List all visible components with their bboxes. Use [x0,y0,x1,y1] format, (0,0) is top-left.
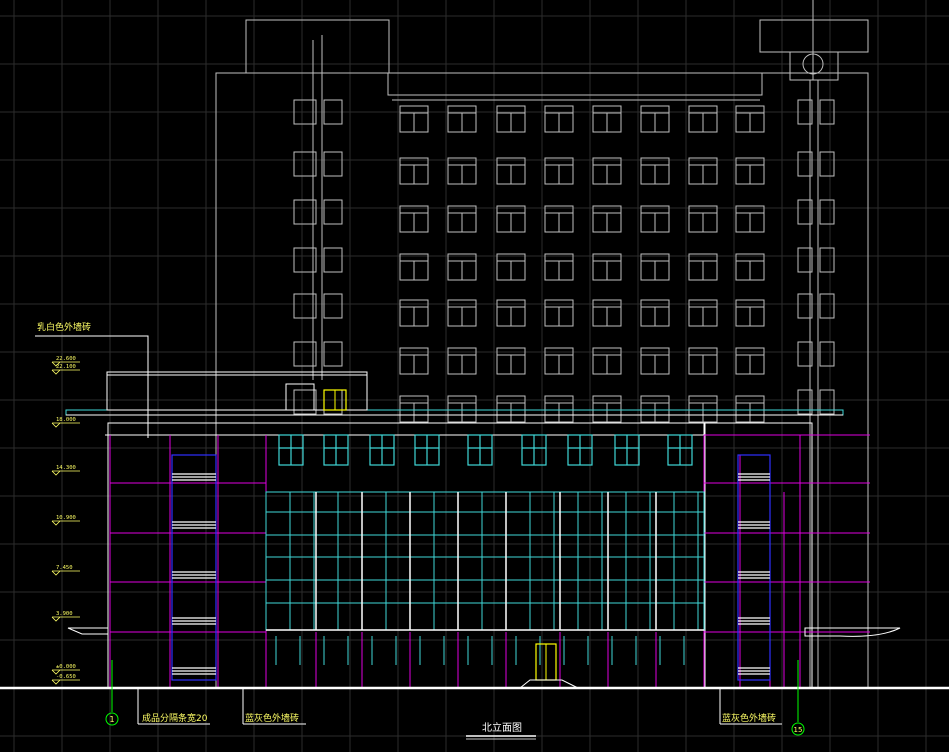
annotation-bottom-mid: 蓝灰色外墙砖 [242,688,306,725]
axis-label-right: 15 [794,726,803,734]
level-label: 7.450 [56,565,73,571]
annotation-bottom-right-text: 蓝灰色外墙砖 [722,712,776,724]
level-label: 22.600 [56,356,76,362]
level-symbol [51,369,80,375]
axis-label-left: 1 [109,715,114,724]
drawing-title: 北立面图 [466,721,536,740]
annotation-bottom-right: 蓝灰色外墙砖 [719,688,782,725]
annotation-roof: 乳白色外墙砖 [35,321,149,438]
drawing-title-text: 北立面图 [482,721,522,734]
annotation-roof-text: 乳白色外墙砖 [37,321,91,333]
level-symbol [51,470,80,476]
level-symbol [51,616,80,622]
level-label: 10.900 [56,515,76,521]
level-symbol [51,570,80,576]
level-symbol [51,679,80,685]
annotation-bottom-left: 成品分隔条宽20 [137,688,210,725]
level-label: 18.000 [56,417,76,423]
level-symbol [51,520,80,526]
podium-building [0,371,949,690]
annotation-bottom-left-text: 成品分隔条宽20 [142,712,208,724]
level-label: 22.100 [56,364,76,370]
elevation-drawing: 22.600 22.100 18.000 14.300 10.900 7.450 3.900… [0,0,949,752]
level-label: ±0.000 [56,664,76,670]
axis-marker-right: 15 [791,660,805,736]
level-symbol [51,422,80,428]
level-label: 14.300 [56,465,76,471]
level-label: 3.900 [56,611,73,617]
level-markers: 22.600 22.100 18.000 14.300 10.900 7.450 3.900… [51,356,80,685]
level-label: -0.650 [56,674,76,680]
annotation-bottom-mid-text: 蓝灰色外墙砖 [245,712,299,724]
cad-drawing-canvas[interactable]: 22.600 22.100 18.000 14.300 10.900 7.450 3.900… [0,0,949,752]
